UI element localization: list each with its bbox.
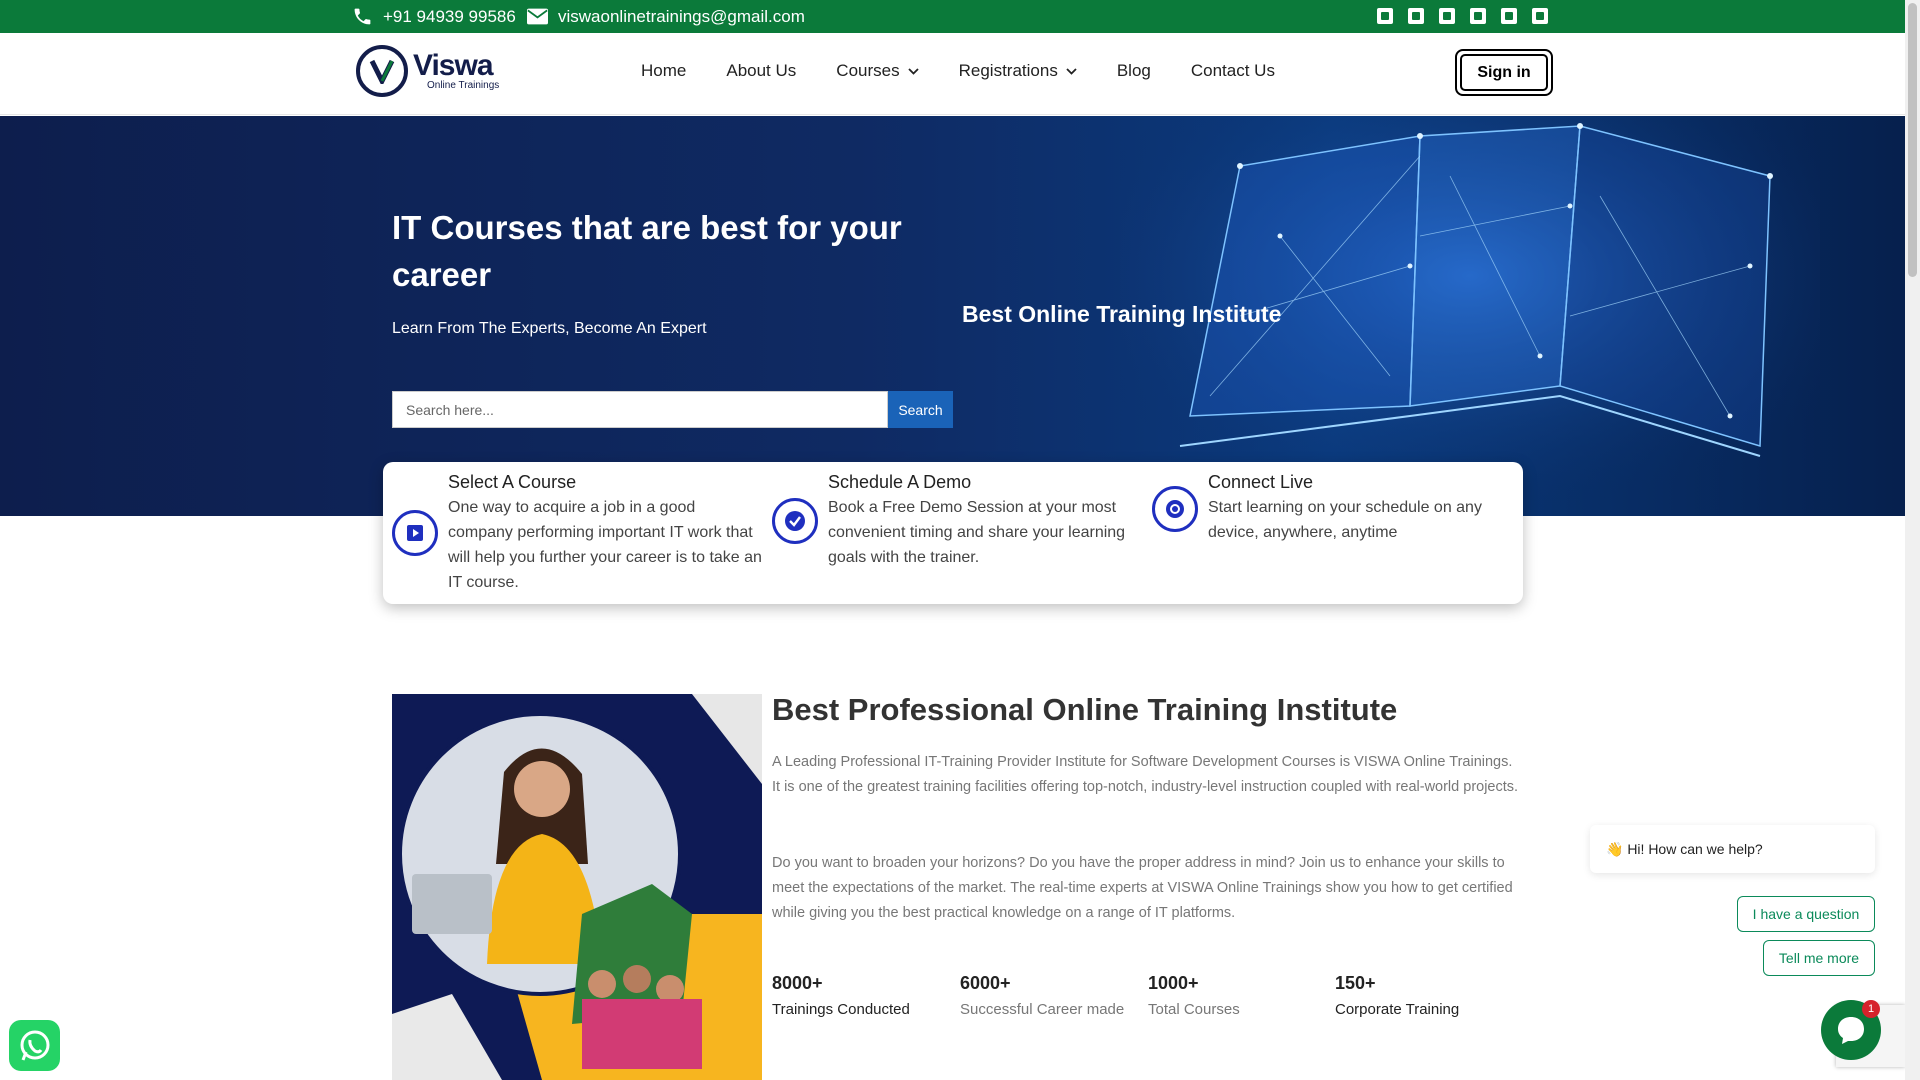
chat-question-button[interactable]: I have a question — [1737, 896, 1875, 932]
nav-contact-label: Contact Us — [1190, 61, 1275, 80]
logo-tagline: Online Trainings — [427, 80, 500, 91]
nav-about-label: About Us — [726, 61, 797, 80]
facebook-icon[interactable] — [1377, 8, 1393, 24]
nav-contact-us[interactable]: Contact Us — [1191, 61, 1275, 81]
play-icon — [392, 510, 438, 556]
hero-banner: IT Courses that are best for your career… — [0, 116, 1905, 516]
feature-description: Start learning on your schedule on any d… — [1208, 499, 1482, 541]
site-logo[interactable]: Viswa Online Trainings — [356, 45, 499, 97]
feature-title: Connect Live — [1208, 472, 1314, 492]
youtube-icon[interactable] — [1439, 8, 1455, 24]
email-contact[interactable]: viswaonlinetrainings@gmail.com — [527, 0, 805, 33]
chat-notification-badge: 1 — [1862, 1000, 1880, 1018]
main-nav: Home About Us Courses Registrations Blog… — [641, 33, 1315, 109]
stat-corporate: 150+ Corporate Training — [1335, 973, 1459, 1018]
nav-courses[interactable]: Courses — [836, 61, 919, 81]
nav-registrations[interactable]: Registrations — [959, 61, 1077, 81]
nav-registrations-label: Registrations — [958, 61, 1058, 80]
whatsapp-button[interactable] — [9, 1020, 60, 1071]
nav-courses-label: Courses — [836, 61, 900, 80]
logo-name: Viswa — [413, 49, 494, 82]
feature-description: One way to acquire a job in a good compa… — [448, 499, 762, 591]
photo-illustration — [392, 694, 762, 1080]
hero-tagline: Best Online Training Institute — [962, 301, 1282, 327]
stat-label: Successful Career made — [960, 1001, 1125, 1018]
hero-subtitle: Learn From The Experts, Become An Expert — [392, 320, 707, 337]
chevron-down-icon — [907, 67, 919, 75]
chevron-down-icon — [1066, 67, 1077, 75]
linkedin-icon[interactable] — [1532, 8, 1548, 24]
whatsapp-icon — [20, 1030, 49, 1061]
email-address: viswaonlinetrainings@gmail.com — [558, 6, 805, 26]
course-search: Search — [392, 391, 954, 428]
stat-trainings: 8000+ Trainings Conducted — [772, 973, 910, 1018]
stat-courses: 1000+ Total Courses — [1148, 973, 1240, 1018]
scrollbar-thumb[interactable] — [1908, 3, 1917, 277]
phone-contact[interactable]: +91 94939 99586 — [352, 0, 516, 33]
page-scrollbar[interactable] — [1905, 0, 1920, 1080]
v-logo-icon — [369, 59, 395, 84]
nav-about-us[interactable]: About Us — [726, 61, 796, 81]
stat-number: 1000+ — [1148, 973, 1199, 993]
envelope-icon — [527, 8, 548, 25]
feature-description: Book a Free Demo Session at your most co… — [828, 499, 1126, 566]
stat-number: 8000+ — [772, 973, 823, 993]
stat-number: 6000+ — [960, 973, 1011, 993]
stat-label: Corporate Training — [1335, 1001, 1460, 1018]
search-button[interactable]: Search — [888, 391, 953, 428]
social-links — [1377, 8, 1548, 24]
target-icon — [1152, 486, 1198, 532]
stat-label: Total Courses — [1148, 1001, 1240, 1018]
search-input[interactable] — [392, 391, 888, 428]
chat-icon — [1838, 1017, 1864, 1044]
about-title: Best Professional Online Training Instit… — [772, 692, 1398, 727]
phone-icon — [354, 8, 371, 25]
stat-number: 150+ — [1335, 973, 1376, 993]
chat-greeting: 👋 Hi! How can we help? — [1590, 825, 1875, 873]
site-header: Viswa Online Trainings Home About Us Cou… — [0, 33, 1905, 115]
about-paragraph-1: A Leading Professional IT-Training Provi… — [772, 754, 1519, 795]
nav-home-label: Home — [641, 61, 687, 80]
nav-blog[interactable]: Blog — [1117, 61, 1151, 81]
logo-mark — [356, 45, 408, 97]
stat-label: Trainings Conducted — [772, 1001, 910, 1018]
hero-title: IT Courses that are best for your career — [392, 209, 902, 293]
pinterest-icon[interactable] — [1501, 8, 1517, 24]
top-contact-bar: +91 94939 99586 viswaonlinetrainings@gma… — [0, 0, 1905, 33]
twitter-icon[interactable] — [1408, 8, 1424, 24]
nav-blog-label: Blog — [1116, 61, 1151, 80]
sign-in-button[interactable]: Sign in — [1455, 49, 1553, 96]
instagram-icon[interactable] — [1470, 8, 1486, 24]
check-icon — [772, 498, 818, 544]
about-paragraph-2: Do you want to broaden your horizons? Do… — [772, 855, 1513, 921]
feature-title: Select A Course — [448, 472, 577, 492]
about-photo-collage — [392, 694, 762, 1080]
feature-title: Schedule A Demo — [828, 472, 972, 492]
stat-careers: 6000+ Successful Career made — [960, 973, 1124, 1018]
nav-home[interactable]: Home — [641, 61, 686, 81]
phone-number: +91 94939 99586 — [383, 6, 516, 26]
chat-more-button[interactable]: Tell me more — [1763, 940, 1875, 976]
sign-in-label: Sign in — [1460, 54, 1548, 91]
features-card: Select A Course One way to acquire a job… — [383, 462, 1523, 604]
